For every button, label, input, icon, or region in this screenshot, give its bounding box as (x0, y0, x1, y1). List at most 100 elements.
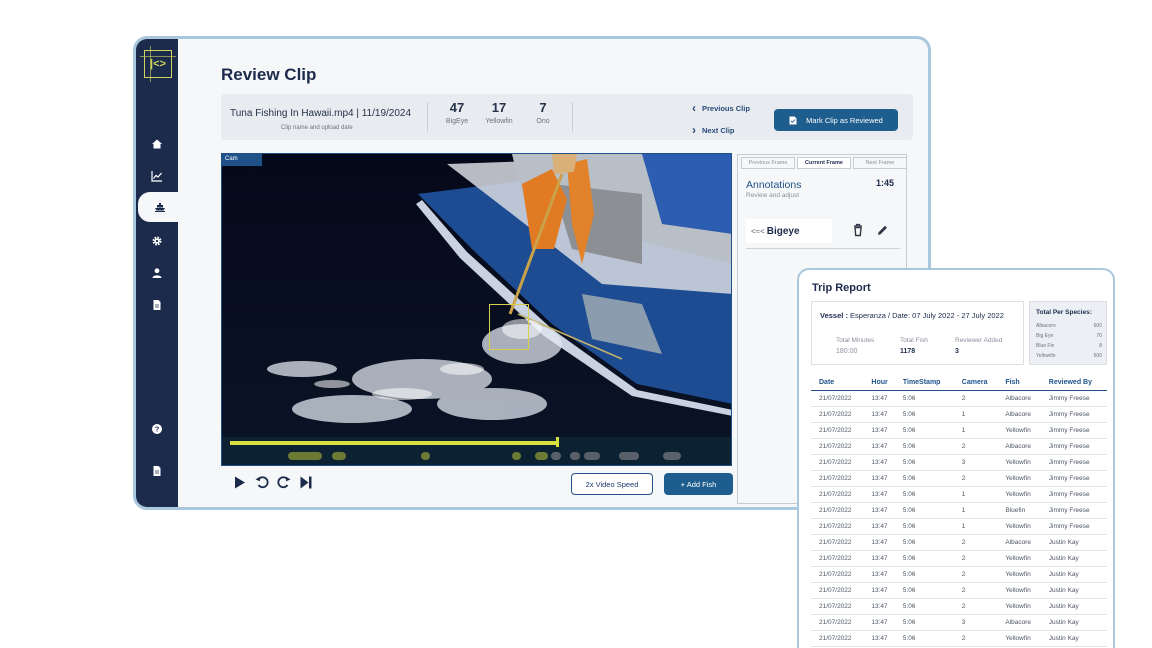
document-icon[interactable] (136, 293, 178, 317)
column-header[interactable]: Fish (997, 376, 1041, 391)
table-cell: 5:06 (894, 614, 954, 631)
annotation-marker[interactable] (551, 452, 561, 460)
annotation-marker[interactable] (421, 452, 430, 460)
table-cell: Jimmy Freese (1040, 438, 1107, 455)
table-cell: 13:47 (863, 534, 895, 551)
table-cell: Jimmy Freese (1040, 454, 1107, 471)
play-icon[interactable] (229, 473, 251, 491)
video-player[interactable]: Cam (221, 153, 732, 466)
annotation-card[interactable]: <≈< Bigeye (746, 219, 832, 243)
table-row[interactable]: 21/07/2022 13:47 5:06 2 Albacore Jimmy Freese (811, 438, 1107, 455)
add-fish-button[interactable]: + Add Fish (664, 473, 733, 495)
boat-icon-glyph (155, 203, 165, 212)
rewind-icon[interactable] (251, 473, 273, 491)
skip-next-icon[interactable] (295, 473, 317, 491)
table-cell: 21/07/2022 (811, 550, 864, 567)
table-row[interactable]: 21/07/2022 13:47 5:06 1 Yellowfin Jimmy Frees… (811, 486, 1107, 503)
count-label: Ono (536, 118, 550, 125)
next-clip-link[interactable]: › Next Clip (692, 123, 735, 137)
stat-value: 180:00 (836, 348, 858, 355)
table-cell: 13:47 (863, 614, 895, 631)
table-cell: 13:47 (863, 630, 895, 647)
annotation-marker[interactable] (535, 452, 548, 460)
table-row[interactable]: 21/07/2022 13:47 5:06 1 Albacore Jimmy Freese (811, 406, 1107, 423)
table-cell: 5:06 (894, 582, 954, 599)
vessel-value: Esperanza / Date: 07 July 2022 - 27 July… (850, 311, 1004, 320)
column-header[interactable]: Hour (863, 376, 895, 391)
tab-current-frame[interactable]: Current Frame (797, 157, 851, 169)
home-icon[interactable] (136, 132, 178, 156)
table-cell: 13:47 (863, 406, 895, 423)
table-row[interactable]: 21/07/2022 13:47 5:06 2 Albacore Justin Kay (811, 534, 1107, 551)
page-title: Review Clip (221, 65, 317, 84)
table-row[interactable]: 21/07/2022 13:47 5:06 2 Yellowfin Justin Kay (811, 582, 1107, 599)
table-cell: 13:47 (863, 390, 895, 407)
table-cell: Yellowfin (997, 486, 1041, 503)
mark-clip-reviewed-label: Mark Clip as Reviewed (806, 115, 883, 125)
annotation-marker[interactable] (663, 452, 681, 460)
timeline-progress (230, 441, 558, 445)
chart-icon[interactable] (136, 164, 178, 188)
next-clip-label: Next Clip (702, 125, 735, 135)
skip-next-icon-glyph (300, 476, 312, 488)
table-cell: 21/07/2022 (811, 406, 864, 423)
video-speed-button[interactable]: 2x Video Speed (571, 473, 653, 495)
clip-info-bar: Tuna Fishing In Hawaii.mp4 | 11/19/2024 … (221, 94, 913, 140)
trip-report-table: Date Hour TimeStamp Camera Fish Reviewed… (811, 376, 1107, 647)
help-icon[interactable]: ? (136, 417, 178, 441)
column-header[interactable]: Reviewed By (1040, 376, 1107, 391)
table-cell: Yellowfin (997, 550, 1041, 567)
table-row[interactable]: 21/07/2022 13:47 5:06 2 Yellowfin Justin Kay (811, 630, 1107, 647)
vessel-label: Vessel : (820, 311, 851, 320)
table-cell: Jimmy Freese (1040, 406, 1107, 423)
pencil-icon[interactable] (876, 223, 888, 237)
mark-clip-reviewed-button[interactable]: Mark Clip as Reviewed (774, 109, 898, 131)
annotation-marker[interactable] (288, 452, 322, 460)
table-row[interactable]: 21/07/2022 13:47 5:06 2 Yellowfin Jimmy Frees… (811, 470, 1107, 487)
fish-bounding-box[interactable] (489, 304, 529, 350)
boat-icon[interactable] (138, 192, 182, 222)
table-cell: Justin Kay (1040, 598, 1107, 615)
table-row[interactable]: 21/07/2022 13:47 5:06 3 Yellowfin Jimmy Frees… (811, 454, 1107, 471)
app-logo[interactable]: |<> (140, 46, 176, 82)
table-cell: 13:47 (863, 470, 895, 487)
table-row[interactable]: 21/07/2022 13:47 5:06 2 Yellowfin Justin Kay (811, 566, 1107, 583)
table-row[interactable]: 21/07/2022 13:47 5:06 1 Yellowfin Jimmy Frees… (811, 518, 1107, 535)
table-cell: 13:47 (863, 502, 895, 519)
settings-gear-icon[interactable] (136, 229, 178, 253)
count-value: 47 (449, 100, 465, 115)
tab-next-frame[interactable]: Next Frame (853, 157, 907, 169)
table-row[interactable]: 21/07/2022 13:47 5:06 1 Bluefin Jimmy Freese (811, 502, 1107, 519)
user-icon[interactable] (136, 261, 178, 285)
annotation-marker[interactable] (512, 452, 521, 460)
table-row[interactable]: 21/07/2022 13:47 5:06 2 Albacore Jimmy Freese (811, 390, 1107, 407)
table-row[interactable]: 21/07/2022 13:47 5:06 2 Yellowfin Justin Kay (811, 598, 1107, 615)
forward-icon[interactable] (273, 473, 295, 491)
table-cell: 5:06 (894, 550, 954, 567)
stat-label: Total Minutes (836, 337, 875, 344)
table-row[interactable]: 21/07/2022 13:47 5:06 1 Yellowfin Jimmy Frees… (811, 422, 1107, 439)
report-icon[interactable] (136, 459, 178, 483)
count-label: Yellowfin (485, 118, 513, 125)
trash-icon[interactable] (852, 223, 864, 237)
table-row[interactable]: 21/07/2022 13:47 5:06 3 Albacore Justin Kay (811, 614, 1107, 631)
count-yellowfin: 17 Yellowfin (477, 100, 521, 125)
table-cell: 13:47 (863, 486, 895, 503)
video-timeline[interactable] (222, 437, 731, 465)
annotation-marker[interactable] (570, 452, 580, 460)
table-cell: Albacore (997, 390, 1041, 407)
annotation-marker[interactable] (332, 452, 346, 460)
annotation-item[interactable]: <≈< Bigeye (746, 217, 900, 249)
column-header[interactable]: Date (811, 376, 864, 391)
timeline-scrubber[interactable] (556, 437, 559, 447)
tab-previous-frame[interactable]: Previous Frame (741, 157, 795, 169)
table-cell: 5:06 (894, 406, 954, 423)
table-row[interactable]: 21/07/2022 13:47 5:06 2 Yellowfin Justin Kay (811, 550, 1107, 567)
stat-total-minutes: Total Minutes 180:00 (836, 337, 874, 355)
annotation-marker[interactable] (619, 452, 639, 460)
column-header[interactable]: Camera (953, 376, 998, 391)
column-header[interactable]: TimeStamp (894, 376, 954, 391)
annotation-marker[interactable] (584, 452, 600, 460)
frame-tabs: Previous Frame Current Frame Next Frame (741, 157, 909, 169)
previous-clip-link[interactable]: ‹ Previous Clip (692, 101, 750, 115)
